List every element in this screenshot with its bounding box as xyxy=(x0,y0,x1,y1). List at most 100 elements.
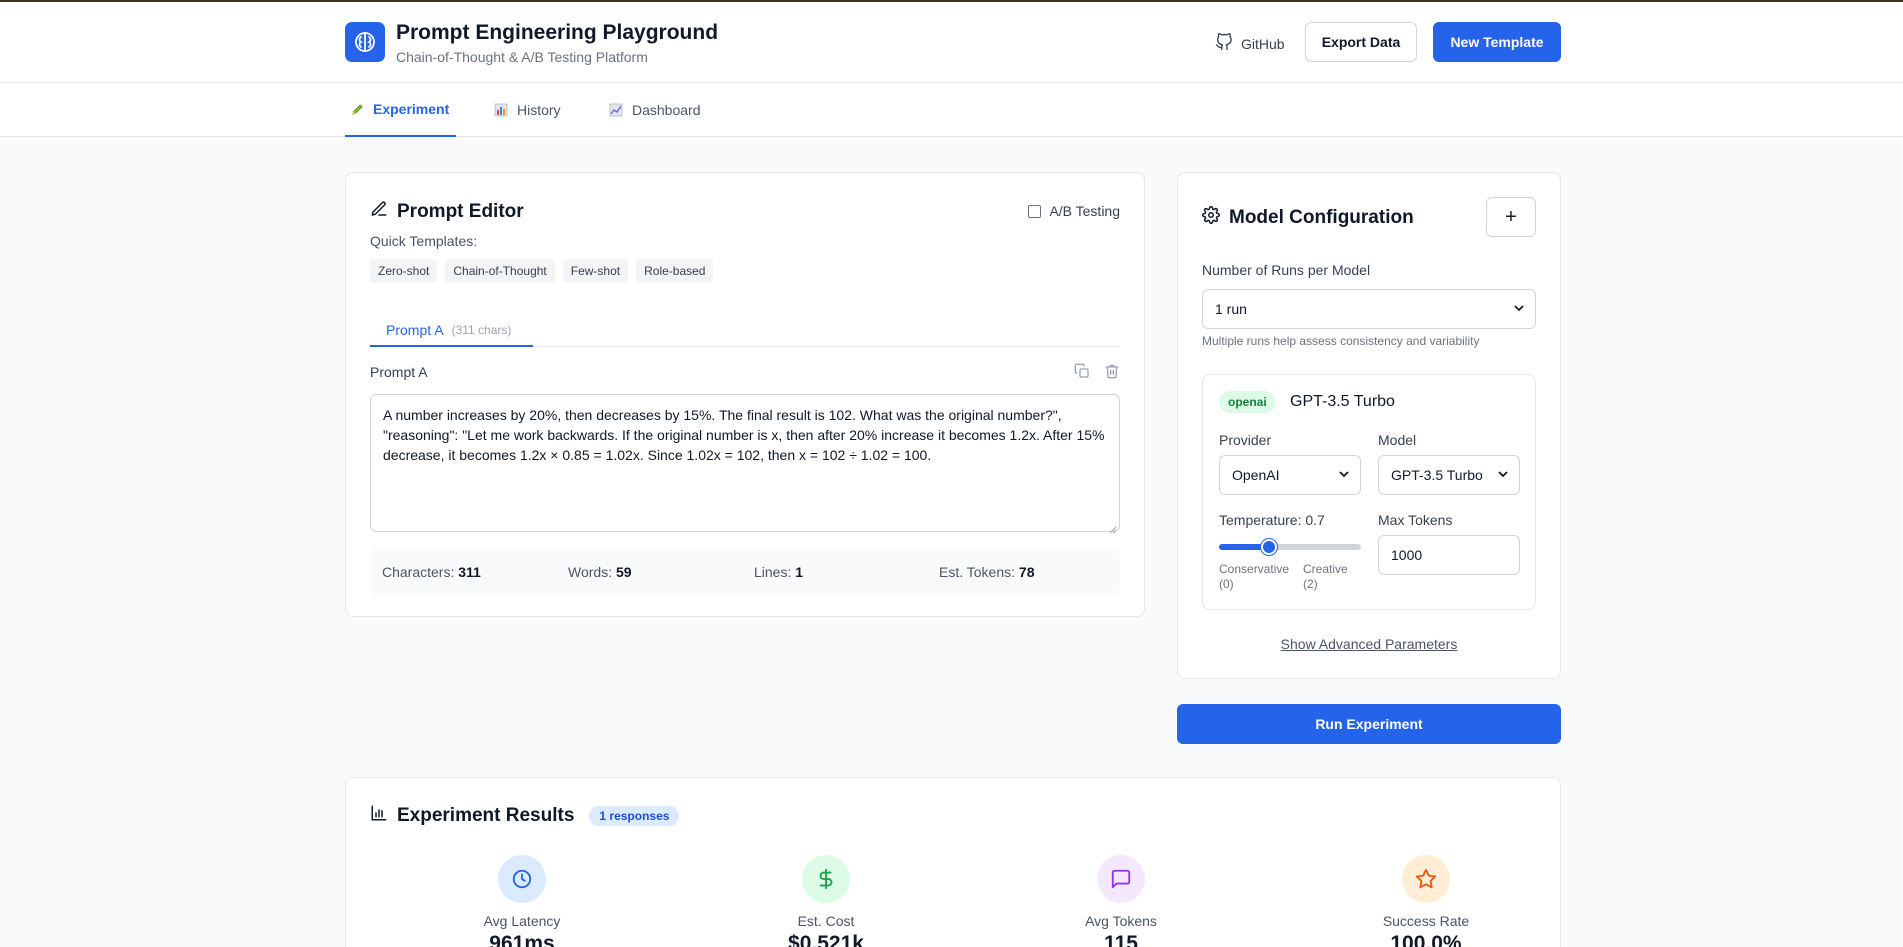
prompt-actions xyxy=(1074,363,1120,384)
ab-testing-checkbox[interactable] xyxy=(1028,204,1042,218)
prompt-textarea[interactable]: A number increases by 20%, then decrease… xyxy=(370,394,1120,532)
max-tokens-input[interactable]: 1000 xyxy=(1378,535,1520,575)
dollar-icon xyxy=(802,855,850,903)
model-config-card: Model Configuration + Number of Runs per… xyxy=(1177,172,1561,679)
tab-prompt-a[interactable]: Prompt A (311 chars) xyxy=(370,314,533,347)
model-config-header: Model Configuration xyxy=(1202,206,1414,230)
metric-avg-tokens: Avg Tokens 115 xyxy=(1041,855,1201,947)
github-label: GitHub xyxy=(1241,35,1285,52)
metric-value: 961ms xyxy=(489,932,555,947)
gear-icon xyxy=(1202,206,1220,230)
stat-lines: Lines: 1 xyxy=(754,564,803,580)
tab-experiment-label: Experiment xyxy=(373,101,450,117)
prompt-field-label: Prompt A xyxy=(370,364,428,380)
tab-experiment[interactable]: Experiment xyxy=(345,83,456,137)
metric-value: $0.521k xyxy=(788,932,864,947)
metric-value: 115 xyxy=(1104,932,1138,947)
runs-label: Number of Runs per Model xyxy=(1202,262,1371,278)
stat-tokens-value: 78 xyxy=(1018,564,1035,580)
star-icon xyxy=(1402,855,1450,903)
edit-icon xyxy=(370,200,388,224)
temperature-slider[interactable] xyxy=(1219,539,1361,555)
github-icon xyxy=(1215,33,1233,54)
model-name: GPT-3.5 Turbo xyxy=(1290,393,1395,410)
runs-select[interactable]: 1 run xyxy=(1202,289,1536,329)
quick-templates: Zero-shot Chain-of-Thought Few-shot Role… xyxy=(370,259,714,283)
prompt-editor-header: Prompt Editor xyxy=(370,200,524,224)
trash-icon[interactable] xyxy=(1104,363,1120,384)
chevron-down-icon xyxy=(1338,467,1350,483)
message-icon xyxy=(1097,855,1145,903)
temperature-slider-thumb[interactable] xyxy=(1260,539,1277,555)
ab-testing-toggle[interactable]: A/B Testing xyxy=(1028,203,1120,219)
tab-history[interactable]: History xyxy=(494,83,561,137)
metric-avg-latency: Avg Latency 961ms xyxy=(442,855,602,947)
tab-dashboard[interactable]: Dashboard xyxy=(609,83,701,137)
quick-templates-label: Quick Templates: xyxy=(370,233,478,249)
add-model-button[interactable]: + xyxy=(1486,197,1536,237)
app-header: Prompt Engineering Playground Chain-of-T… xyxy=(0,2,1903,83)
prompt-tab-label: Prompt A xyxy=(386,321,444,338)
model-config-title: Model Configuration xyxy=(1229,207,1414,228)
prompt-editor-card: Prompt Editor A/B Testing Quick Template… xyxy=(345,172,1145,617)
temperature-high-caption: Creative (2) xyxy=(1303,562,1348,591)
export-data-button[interactable]: Export Data xyxy=(1305,22,1417,62)
max-tokens-label: Max Tokens xyxy=(1378,512,1453,528)
stat-tokens: Est. Tokens: 78 xyxy=(939,564,1034,580)
stat-characters-label: Characters: xyxy=(382,564,455,580)
temperature-low-caption: Conservative (0) xyxy=(1219,562,1290,591)
model-entry: openai GPT-3.5 Turbo Provider OpenAI Mod… xyxy=(1202,374,1536,610)
provider-label: Provider xyxy=(1219,432,1272,448)
show-advanced-link[interactable]: Show Advanced Parameters xyxy=(1178,636,1560,652)
bar-chart-icon xyxy=(494,103,508,117)
results-title: Experiment Results xyxy=(397,805,575,826)
resize-grip-icon[interactable] xyxy=(1109,521,1117,534)
main-nav: Experiment History Dashboard xyxy=(0,83,1903,137)
template-role-based[interactable]: Role-based xyxy=(636,259,714,283)
run-experiment-button[interactable]: Run Experiment xyxy=(1177,704,1561,744)
app-subtitle: Chain-of-Thought & A/B Testing Platform xyxy=(396,49,648,65)
metric-label: Avg Tokens xyxy=(1085,913,1157,929)
results-card: Experiment Results 1 responses Avg Laten… xyxy=(345,777,1561,947)
new-template-button[interactable]: New Template xyxy=(1433,22,1561,62)
results-header: Experiment Results 1 responses xyxy=(370,804,680,828)
metric-value: 100.0% xyxy=(1390,932,1462,947)
pencil-icon xyxy=(350,102,364,116)
runs-hint: Multiple runs help assess consistency an… xyxy=(1202,334,1480,348)
trend-chart-icon xyxy=(609,103,623,117)
metric-label: Success Rate xyxy=(1382,913,1470,929)
chevron-down-icon xyxy=(1497,467,1509,483)
model-select[interactable]: GPT-3.5 Turbo xyxy=(1378,455,1520,495)
provider-select-value: OpenAI xyxy=(1232,467,1280,483)
stat-characters-value: 311 xyxy=(458,564,481,580)
metric-success-rate: Success Rate 100.0% xyxy=(1346,855,1506,947)
prompt-editor-title: Prompt Editor xyxy=(397,201,524,222)
provider-badge: openai xyxy=(1219,391,1276,413)
template-zero-shot[interactable]: Zero-shot xyxy=(370,259,438,283)
stat-tokens-label: Est. Tokens: xyxy=(939,564,1016,580)
copy-icon[interactable] xyxy=(1074,363,1090,384)
stat-characters: Characters: 311 xyxy=(382,564,481,580)
runs-select-value: 1 run xyxy=(1215,301,1247,317)
chevron-down-icon xyxy=(1513,301,1525,317)
stat-words-label: Words: xyxy=(568,564,613,580)
temperature-label: Temperature: 0.7 xyxy=(1219,512,1325,528)
model-select-value: GPT-3.5 Turbo xyxy=(1391,467,1483,483)
responses-badge: 1 responses xyxy=(589,806,680,826)
metric-label: Est. Cost xyxy=(797,913,855,929)
prompt-char-count: (311 chars) xyxy=(451,322,512,337)
stat-lines-label: Lines: xyxy=(754,564,792,580)
model-label: Model xyxy=(1378,432,1417,448)
stat-words-value: 59 xyxy=(615,564,632,580)
template-chain-of-thought[interactable]: Chain-of-Thought xyxy=(445,259,555,283)
brain-logo-icon xyxy=(345,22,385,62)
stat-words: Words: 59 xyxy=(568,564,632,580)
github-link[interactable]: GitHub xyxy=(1215,33,1285,54)
template-few-shot[interactable]: Few-shot xyxy=(562,259,629,283)
metric-est-cost: Est. Cost $0.521k xyxy=(746,855,906,947)
ab-testing-label: A/B Testing xyxy=(1049,203,1120,219)
clock-icon xyxy=(498,855,546,903)
tab-history-label: History xyxy=(517,102,561,118)
provider-select[interactable]: OpenAI xyxy=(1219,455,1361,495)
metric-label: Avg Latency xyxy=(483,913,561,929)
